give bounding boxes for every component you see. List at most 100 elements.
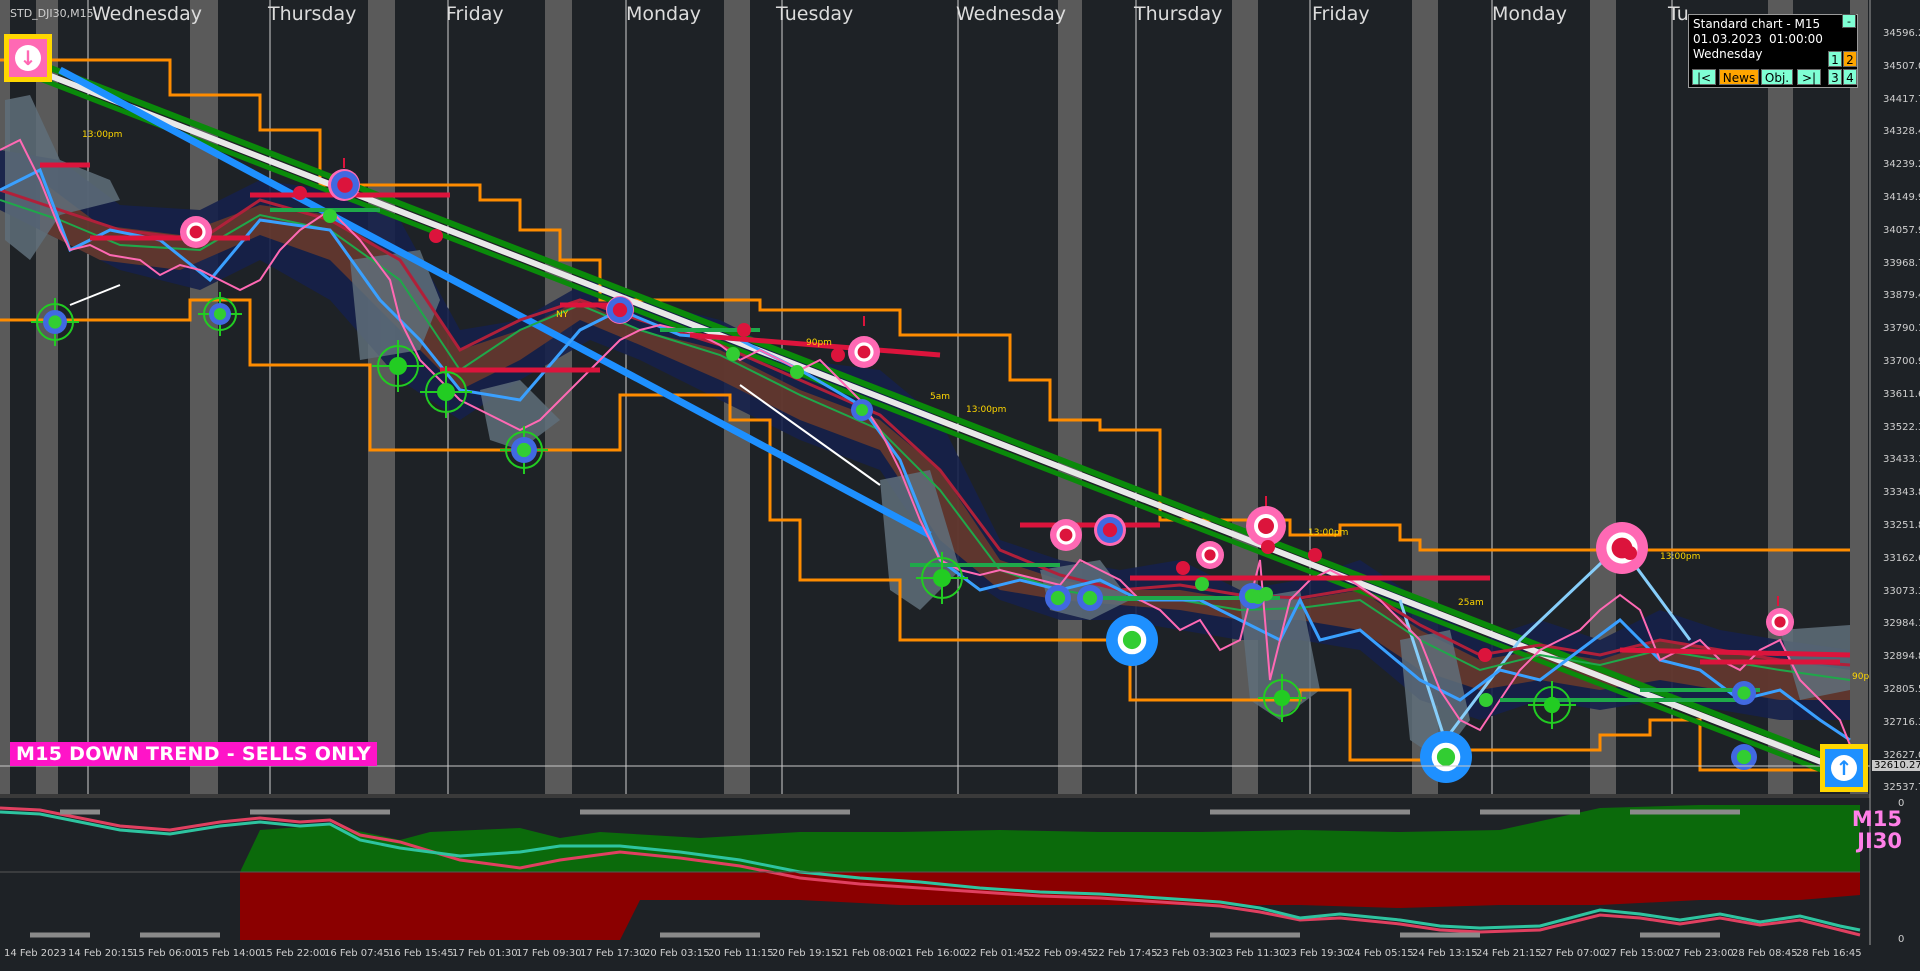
buy-target-marker[interactable] <box>1732 681 1756 705</box>
buy-arrow-icon: ↑ <box>1820 744 1868 792</box>
day-label: Monday <box>626 3 702 25</box>
subwindow-symbol: JI30 <box>1857 829 1902 853</box>
buy-target-marker[interactable] <box>511 437 537 463</box>
time-tick-label: 21 Feb 16:00 <box>900 948 966 959</box>
sell-target-marker[interactable] <box>1766 608 1794 636</box>
sell-target-marker[interactable] <box>1246 506 1286 546</box>
buy-dot[interactable] <box>726 347 740 361</box>
chart-annotation: 90p <box>1852 672 1870 682</box>
buy-target-marker[interactable] <box>1077 585 1103 611</box>
buy-dot[interactable] <box>1195 577 1209 591</box>
price-tick-label: 32716.305 <box>1883 716 1920 728</box>
subwindow-timeframe: M15 <box>1851 807 1902 831</box>
buy-dot[interactable] <box>790 365 804 379</box>
price-tick-label: 33879.455 <box>1883 290 1920 302</box>
panel-button-2[interactable]: 2 <box>1843 51 1857 67</box>
blue-sell-marker[interactable] <box>331 171 359 199</box>
day-label: Tuesday <box>776 3 854 25</box>
blue-sell-marker[interactable] <box>1097 517 1123 543</box>
chart-annotation: 13:00pm <box>1660 552 1701 562</box>
buy-dot[interactable] <box>323 209 337 223</box>
sell-dot[interactable] <box>831 348 845 362</box>
day-label: Tu <box>1668 3 1689 25</box>
price-tick-label: 33790.190 <box>1883 323 1920 335</box>
price-tick-label: 32805.570 <box>1883 684 1920 695</box>
buy-target-marker[interactable] <box>1045 585 1071 611</box>
sell-dot[interactable] <box>1623 546 1637 560</box>
panel-button-1[interactable]: 1 <box>1828 51 1842 67</box>
time-tick-label: 24 Feb 05:15 <box>1348 948 1414 959</box>
time-tick-label: 24 Feb 13:15 <box>1412 948 1478 959</box>
panel-button-4[interactable]: 4 <box>1843 69 1857 85</box>
price-tick-label: 33433.130 <box>1883 454 1920 466</box>
price-tick-label: 33968.720 <box>1883 257 1920 269</box>
time-tick-label: 22 Feb 01:45 <box>964 948 1030 959</box>
price-tick-label: 33162.630 <box>1883 552 1920 564</box>
sell-target-marker[interactable] <box>1596 522 1648 574</box>
day-label: Thursday <box>1134 3 1223 25</box>
sell-dot[interactable] <box>1261 540 1275 554</box>
info-title: Standard chart - M15 <box>1693 17 1821 31</box>
buy-target-marker[interactable] <box>43 310 67 334</box>
price-tick-label: 33251.894 <box>1883 520 1920 531</box>
panel-button-3[interactable]: 3 <box>1828 69 1842 85</box>
chart-annotation: 13:00pm <box>1308 528 1349 538</box>
time-tick-label: 24 Feb 21:15 <box>1476 948 1542 959</box>
price-tick-label: 32537.775 <box>1883 782 1920 794</box>
buy-target-marker[interactable] <box>851 399 873 421</box>
time-tick-label: 27 Feb 23:00 <box>1668 948 1734 959</box>
time-tick-label: 16 Feb 07:45 <box>324 948 390 959</box>
big-buy-target[interactable] <box>1106 614 1158 666</box>
news-button[interactable]: News <box>1719 69 1759 85</box>
time-tick-label: 23 Feb 19:30 <box>1284 948 1350 959</box>
sell-dot[interactable] <box>1478 648 1492 662</box>
time-tick-label: 17 Feb 09:30 <box>516 948 582 959</box>
time-tick-label: 28 Feb 16:45 <box>1796 948 1862 959</box>
objects-button[interactable]: Obj. <box>1761 69 1793 85</box>
session-band <box>368 0 395 794</box>
chart-annotation: NY <box>556 310 569 320</box>
sell-target-marker[interactable] <box>848 336 880 368</box>
sell-dot[interactable] <box>293 186 307 200</box>
chart-annotation: 90pm <box>806 338 832 348</box>
time-tick-label: 21 Feb 08:00 <box>836 948 902 959</box>
minimize-button[interactable]: - <box>1842 14 1856 28</box>
current-price-tag: 32610.279 <box>1872 760 1920 771</box>
price-tick-label: 33522.395 <box>1883 421 1920 433</box>
last-button[interactable]: >| <box>1797 69 1821 85</box>
big-buy-target[interactable] <box>1420 731 1472 783</box>
sell-dot[interactable] <box>429 229 443 243</box>
sell-target-marker[interactable] <box>1050 519 1082 551</box>
time-tick-label: 15 Feb 06:00 <box>132 948 198 959</box>
sell-target-marker[interactable] <box>1196 541 1224 569</box>
price-chart[interactable] <box>0 0 1920 971</box>
time-tick-label: 14 Feb 20:15 <box>68 948 134 959</box>
time-tick-label: 23 Feb 11:30 <box>1220 948 1286 959</box>
price-tick-label: 32984.100 <box>1883 618 1920 630</box>
subwindow-scale-bottom: 0 <box>1898 934 1905 945</box>
time-tick-label: 27 Feb 07:00 <box>1540 948 1606 959</box>
time-tick-label: 14 Feb 2023 <box>4 948 67 959</box>
trend-banner: M15 DOWN TREND - SELLS ONLY <box>10 742 377 766</box>
indicator-subwindow[interactable] <box>0 798 1870 943</box>
sell-dot[interactable] <box>737 323 751 337</box>
day-label: Wednesday <box>92 3 203 25</box>
sell-dot[interactable] <box>1308 548 1322 562</box>
day-label: Thursday <box>268 3 357 25</box>
sell-dot[interactable] <box>1176 561 1190 575</box>
buy-dot[interactable] <box>1259 587 1273 601</box>
price-tick-label: 32894.835 <box>1883 651 1920 663</box>
symbol-label: STD_DJI30,M15 <box>10 7 94 20</box>
time-tick-label: 16 Feb 15:45 <box>388 948 454 959</box>
green-trendline-2 <box>29 72 1861 788</box>
first-button[interactable]: |< <box>1692 69 1716 85</box>
sell-target-marker[interactable] <box>180 216 212 248</box>
session-band <box>190 0 218 794</box>
buy-target-marker[interactable] <box>209 303 231 325</box>
buy-dot[interactable] <box>1479 693 1493 707</box>
price-tick-label: 33343.865 <box>1883 487 1920 499</box>
price-tick-label: 34507.015 <box>1883 60 1920 72</box>
blue-sell-marker[interactable] <box>607 297 633 323</box>
day-label: Wednesday <box>956 3 1067 25</box>
white-thin-line-2 <box>69 284 121 306</box>
